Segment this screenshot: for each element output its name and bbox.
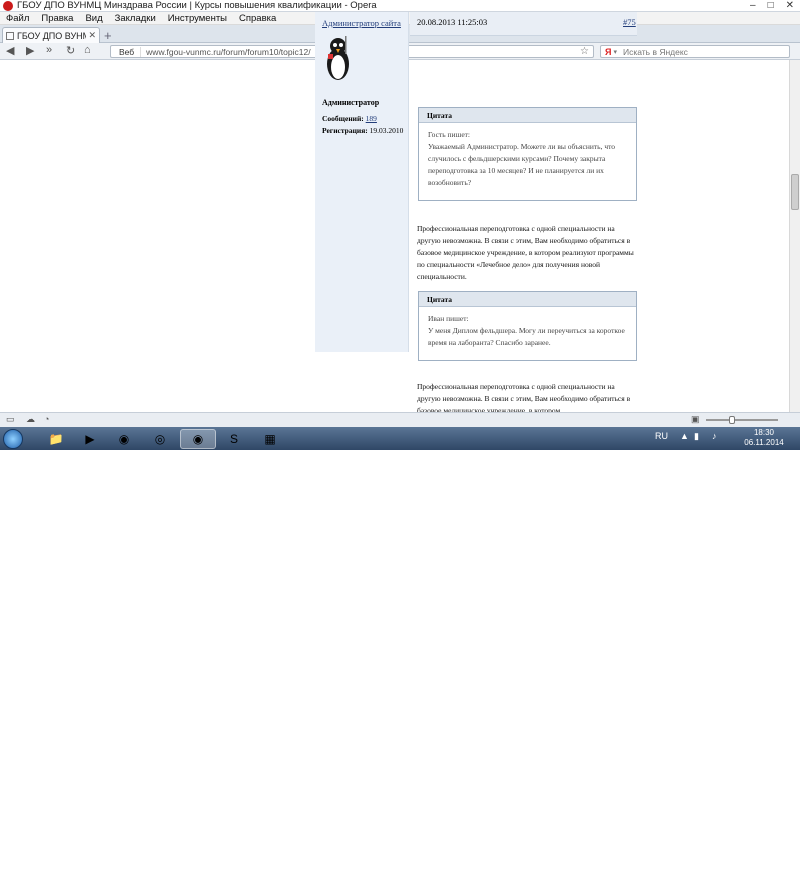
registered-date: 19.03.2010 <box>369 126 404 135</box>
registered-label: Регистрация: <box>322 126 368 135</box>
status-bar: ▭ ☁ ◔ ▣ <box>0 412 800 427</box>
tab-close-icon[interactable]: ✕ <box>88 30 96 41</box>
quote-text: У меня Диплом фельдшера. Могу ли переучи… <box>428 326 625 347</box>
post-number-link[interactable]: #75 <box>623 17 636 27</box>
author-link[interactable]: Администратор сайта <box>322 18 401 28</box>
quote-author: Гость пишет: <box>428 130 471 139</box>
opera-icon <box>3 0 13 11</box>
clock-time: 18:30 <box>753 428 775 437</box>
menu-bookmarks[interactable]: Закладки <box>109 13 162 24</box>
image-viewer-icon[interactable]: ▦ <box>252 429 288 449</box>
messages-count-link[interactable]: 189 <box>366 114 377 123</box>
panel-toggle-icon[interactable]: ▭ <box>6 414 15 425</box>
author-column: Администратор сайта Администратор Сообще… <box>315 12 409 352</box>
vertical-scrollbar[interactable] <box>789 60 800 412</box>
quote-block: Цитата Иван пишет: У меня Диплом фельдше… <box>418 291 637 361</box>
post-answer: Профессиональная переподготовка с одной … <box>417 224 634 281</box>
minimize-icon[interactable]: – <box>750 0 756 11</box>
tray-expand-icon[interactable]: ▲ <box>680 431 689 441</box>
quote-author: Иван пишет: <box>428 314 469 323</box>
registered-stat: Регистрация: 19.03.2010 <box>322 126 403 135</box>
menu-view[interactable]: Вид <box>79 13 108 24</box>
web-label: Веб <box>111 46 142 57</box>
clock-date: 06.11.2014 <box>744 438 784 447</box>
media-player-icon[interactable]: ▶ <box>72 429 108 449</box>
menu-help[interactable]: Справка <box>233 13 282 24</box>
new-tab-icon[interactable]: + <box>104 28 112 43</box>
page-favicon-icon <box>6 31 14 40</box>
clock[interactable]: 18:30 06.11.2014 <box>742 428 786 448</box>
back-icon[interactable]: ◀ <box>6 44 14 57</box>
cloud-icon[interactable]: ☁ <box>26 414 35 425</box>
quote-header: Цитата <box>419 108 636 123</box>
taskbar: 📁 ▶ ◉ ◎ ◉ S ▦ msestra.ru RU ▲ ▮ ♪ 18:30 … <box>0 427 800 875</box>
home-icon[interactable]: ⌂ <box>84 44 91 56</box>
menu-edit[interactable]: Правка <box>35 13 79 24</box>
turbo-icon[interactable]: ◔ <box>44 414 49 424</box>
quote-body: Иван пишет: У меня Диплом фельдшера. Мог… <box>419 307 636 355</box>
yandex-icon[interactable]: Я <box>601 47 613 57</box>
opera-taskbar-icon[interactable]: ◎ <box>142 429 178 449</box>
quote-header: Цитата <box>419 292 636 307</box>
maximize-icon[interactable]: □ <box>768 0 774 11</box>
watermark: msestra.ru <box>316 845 483 875</box>
window-titlebar: ГБОУ ДПО ВУНМЦ Минздрава России | Курсы … <box>0 0 800 12</box>
network-icon[interactable]: ▮ <box>694 431 699 442</box>
close-icon[interactable]: ✕ <box>786 0 794 11</box>
fast-forward-icon[interactable]: » <box>46 44 52 56</box>
window-title: ГБОУ ДПО ВУНМЦ Минздрава России | Курсы … <box>17 0 377 11</box>
start-button[interactable] <box>3 429 23 449</box>
search-placeholder: Искать в Яндекс <box>622 46 688 57</box>
quote-text: Уважаемый Администратор. Можете ли вы об… <box>428 142 616 187</box>
skype-icon[interactable]: S <box>216 429 252 449</box>
menu-tools[interactable]: Инструменты <box>162 13 233 24</box>
bookmark-star-icon[interactable]: ☆ <box>580 46 593 57</box>
chrome-icon[interactable]: ◉ <box>106 429 142 449</box>
quote-block: Цитата Гость пишет: Уважаемый Администра… <box>418 107 637 201</box>
tab-label: ГБОУ ДПО ВУНМЦ М... <box>17 30 87 41</box>
zoom-slider[interactable] <box>706 419 778 421</box>
menu-file[interactable]: Файл <box>0 13 35 24</box>
reload-icon[interactable]: ↻ <box>66 44 75 57</box>
search-field[interactable]: Я ▾ Искать в Яндекс <box>600 45 790 58</box>
scrollbar-thumb[interactable] <box>791 174 799 210</box>
post-date: 20.08.2013 11:25:03 <box>417 17 488 27</box>
author-role: Администратор <box>322 98 380 107</box>
tab-active[interactable]: ГБОУ ДПО ВУНМЦ М... ✕ <box>2 27 100 43</box>
view-icon[interactable]: ▣ <box>691 414 700 425</box>
messages-label: Сообщений: <box>322 114 364 123</box>
forward-icon[interactable]: ▶ <box>26 44 34 57</box>
explorer-icon[interactable]: 📁 <box>38 429 74 449</box>
opera-active-icon[interactable]: ◉ <box>180 429 216 449</box>
zoom-slider-knob[interactable] <box>729 416 735 424</box>
post-answer: Профессиональная переподготовка с одной … <box>417 382 631 412</box>
messages-stat: Сообщений: 189 <box>322 114 377 123</box>
language-indicator[interactable]: RU <box>655 431 668 441</box>
avatar <box>327 36 349 80</box>
volume-icon[interactable]: ♪ <box>712 431 717 441</box>
quote-body: Гость пишет: Уважаемый Администратор. Мо… <box>419 123 636 195</box>
